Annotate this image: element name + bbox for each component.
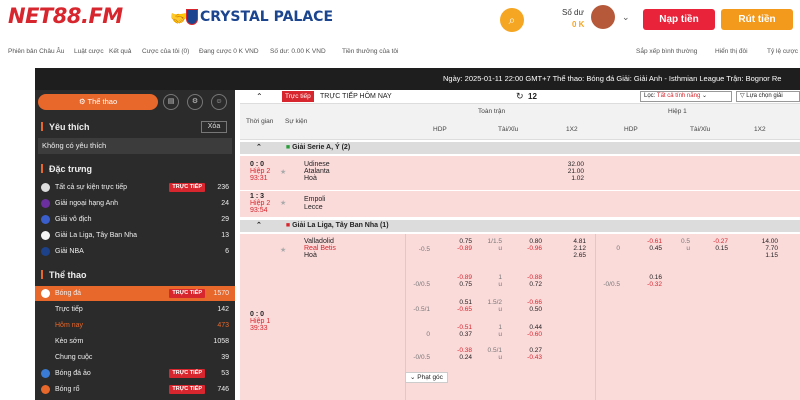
featured-item[interactable]: Giải vô địch 29 [35,212,235,227]
live-badge: TRỰC TIẾP [169,385,205,394]
subnav-item[interactable]: Hiển thị đôi [715,48,748,55]
sub-navigation: Phiên bản Châu Âu Luật cược Kết quả Cược… [0,46,800,60]
partner-name: CRYSTAL PALACE [200,9,334,25]
calendar-icon[interactable]: ▤ [163,94,179,110]
refresh-count: 12 [528,92,537,101]
sport-subitem-active[interactable]: Hôm nay 473 [35,318,235,333]
col-group-full: Toàn trận [478,108,506,115]
match-row[interactable]: 0 : 0 Hiệp 2 93:31 ★ Udinese Atalanta Ho… [240,156,800,190]
search-button[interactable]: ⌕ [500,8,524,32]
football-icon [41,289,50,298]
match-row[interactable]: 0 : 0 Hiệp 1 39:33 ★ Valladolid Real Bet… [240,234,800,400]
avatar[interactable] [591,5,615,29]
col-event: Sự kiện [285,118,308,125]
sport-item-basketball[interactable]: Bóng rổ TRỰC TIẾP 746 [35,382,235,397]
live-badge: TRỰC TIẾP [169,369,205,378]
featured-heading: Đặc trưng [35,164,235,174]
col-hdp-h1: HDP [624,126,638,133]
users-icon[interactable]: ☺ [211,94,227,110]
balance-value: 0 K [572,20,585,29]
col-1x2-h1: 1X2 [754,126,766,133]
subnav-item[interactable]: Luật cược [74,48,104,55]
subnav-item[interactable]: Đang cược 0 K VND [199,48,259,55]
star-icon[interactable]: ★ [280,246,286,254]
chevron-down-icon[interactable]: ⌄ [622,12,630,23]
live-badge: TRỰC TIẾP [169,183,205,192]
ticker-text: Ngày: 2025-01-11 22:00 GMT+7 Thể thao: B… [443,74,782,83]
deposit-button[interactable]: Nạp tiền [643,9,715,30]
table-title: TRỰC TIẾP HÔM NAY [320,93,392,100]
sports-heading: Thể thao [35,270,235,280]
league-row[interactable]: ⌃ ■ Giải Serie A, Ý (2) [240,142,800,154]
sport-item-football[interactable]: Bóng đá TRỰC TIẾP 1570 [35,286,235,301]
basketball-icon [41,385,50,394]
live-badge: TRỰC TIẾP [169,289,205,298]
filter-select[interactable]: Lọc: Tất cả tính năng ⌄ [640,91,732,102]
sport-subitem[interactable]: Trực tiếp 142 [35,302,235,317]
collapse-icon[interactable]: ⌃ [256,92,263,101]
live-icon [41,183,50,192]
handshake-icon: 🤝 [170,10,188,26]
sidebar: ⚙ Thể thao ▤ ⚙ ☺ Yêu thích Xóa Không có … [35,90,235,400]
withdraw-button[interactable]: Rút tiền [721,9,793,30]
balance-label: Số dư [562,8,584,17]
favorites-empty: Không có yêu thích [38,138,232,154]
star-icon[interactable]: ★ [280,168,286,176]
col-time: Thời gian [246,118,274,125]
table-toolbar: ⌃ Trực tiếp TRỰC TIẾP HÔM NAY ↻ 12 Lọc: … [240,90,800,104]
sport-toggle-label: Thể thao [87,97,118,106]
subnav-item[interactable]: Số dư: 0.00 K VND [270,48,326,55]
featured-item[interactable]: Giải ngoại hạng Anh 24 [35,196,235,211]
col-ou: Tài/Xỉu [498,126,519,133]
star-icon[interactable]: ★ [280,199,286,207]
subnav-item[interactable]: Kết quả [109,48,131,55]
league-row[interactable]: ⌃ ■ Giải La Liga, Tây Ban Nha (1) [240,220,800,232]
subnav-item[interactable]: Cược của tôi (0) [142,48,189,55]
news-ticker: Ngày: 2025-01-11 22:00 GMT+7 Thể thao: B… [35,68,800,90]
featured-item[interactable]: Tất cả sự kiện trực tiếp TRỰC TIẾP 236 [35,180,235,195]
subnav-item[interactable]: Phiên bản Châu Âu [8,48,64,55]
crystal-palace-crest-icon [186,9,198,25]
sport-subitem[interactable]: Chung cuộc 39 [35,350,235,365]
subnav-item[interactable]: Sắp xếp bình thường [636,48,697,55]
nba-icon [41,247,50,256]
clear-favorites-button[interactable]: Xóa [201,121,227,133]
table-header: Thời gian Sự kiện Toàn trận Hiệp 1 HDP T… [240,104,800,140]
league-icon [41,215,50,224]
top-header: NET88.FM 🤝 CRYSTAL PALACE ⌕ Số dư 0 K ⌄ … [0,0,800,40]
settings-icon[interactable]: ⚙ [187,94,203,110]
col-group-half: Hiệp 1 [668,108,687,115]
col-hdp: HDP [433,126,447,133]
league-icon [41,231,50,240]
site-logo[interactable]: NET88.FM [8,4,123,28]
col-1x2: 1X2 [566,126,578,133]
col-ou-h1: Tài/Xỉu [690,126,711,133]
odds-table: ⌃ Trực tiếp TRỰC TIẾP HÔM NAY ↻ 12 Lọc: … [240,90,800,400]
featured-item[interactable]: Giải NBA 6 [35,244,235,259]
match-row[interactable]: 1 : 3 Hiệp 2 93:54 ★ Empoli Lecce [240,191,800,217]
live-tab[interactable]: Trực tiếp [282,91,314,102]
sport-item-virtual[interactable]: Bóng đá ảo TRỰC TIẾP 53 [35,366,235,381]
sport-subitem[interactable]: Kèo sớm 1058 [35,334,235,349]
subnav-item[interactable]: Tiền thưởng của tôi [342,48,398,55]
refresh-icon[interactable]: ↻ [516,91,524,102]
league-select[interactable]: ▽ Lựa chọn giải [736,91,800,102]
sport-toggle-button[interactable]: ⚙ Thể thao [38,94,158,110]
featured-item[interactable]: Giải La Liga, Tây Ban Nha 13 [35,228,235,243]
subnav-item[interactable]: Tỷ lệ cược [767,48,798,55]
corner-button[interactable]: ⌄ Phạt góc [405,372,448,383]
virtual-football-icon [41,369,50,378]
league-icon [41,199,50,208]
